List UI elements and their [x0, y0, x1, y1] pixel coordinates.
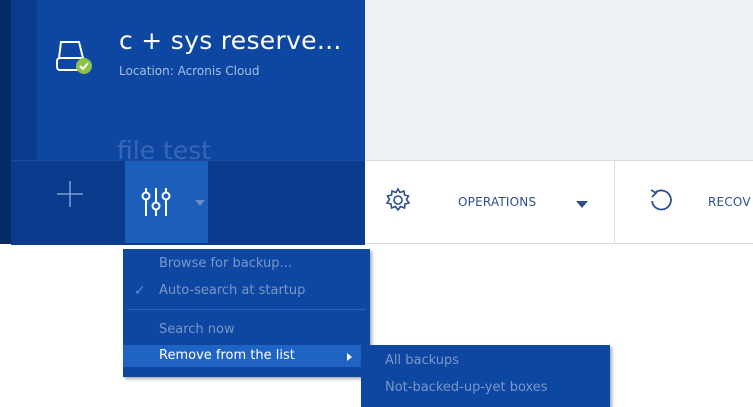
operations-button[interactable]: OPERATIONS — [458, 195, 536, 209]
backup-list-item-selected[interactable]: c + sys reserve... Location: Acronis Clo… — [37, 0, 365, 160]
toolbar — [365, 160, 753, 244]
menu-item-search-now[interactable]: Search now — [123, 319, 370, 341]
remove-submenu: All backups Not-backed-up-yet boxes — [361, 345, 610, 407]
undo-icon[interactable] — [648, 187, 674, 213]
toolbar-divider — [614, 161, 615, 243]
submenu-arrow-icon — [347, 353, 352, 361]
menu-separator — [127, 309, 366, 310]
backup-title-secondary[interactable]: file test — [117, 136, 211, 160]
menu-item-label: Search now — [159, 322, 235, 337]
chevron-down-icon — [195, 200, 205, 206]
backup-title: c + sys reserve... — [119, 26, 342, 55]
submenu-item-not-backed-up[interactable]: Not-backed-up-yet boxes — [361, 377, 610, 399]
submenu-item-label: Not-backed-up-yet boxes — [385, 380, 548, 395]
submenu-item-all-backups[interactable]: All backups — [361, 350, 610, 372]
menu-item-auto-search[interactable]: ✓ Auto-search at startup — [123, 280, 370, 302]
filter-context-menu: Browse for backup... ✓ Auto-search at st… — [123, 249, 370, 377]
chevron-down-icon[interactable] — [576, 201, 588, 208]
drive-icon — [56, 41, 92, 74]
filter-menu-button[interactable] — [125, 161, 208, 243]
submenu-item-label: All backups — [385, 353, 460, 368]
gear-icon[interactable] — [385, 187, 411, 213]
menu-item-remove-from-list[interactable]: Remove from the list — [123, 345, 370, 367]
menu-item-browse[interactable]: Browse for backup... — [123, 253, 370, 275]
checkmark-icon: ✓ — [134, 283, 146, 299]
sliders-icon — [141, 188, 171, 216]
plus-icon[interactable] — [45, 169, 95, 219]
sidebar-edge — [0, 0, 11, 244]
check-badge-icon — [76, 58, 92, 74]
backup-location: Location: Acronis Cloud — [119, 64, 260, 78]
menu-item-label: Auto-search at startup — [159, 283, 306, 298]
content-header-area — [365, 0, 753, 160]
menu-item-label: Remove from the list — [159, 348, 295, 363]
menu-item-label: Browse for backup... — [159, 256, 292, 271]
recover-button[interactable]: RECOV — [708, 195, 751, 209]
